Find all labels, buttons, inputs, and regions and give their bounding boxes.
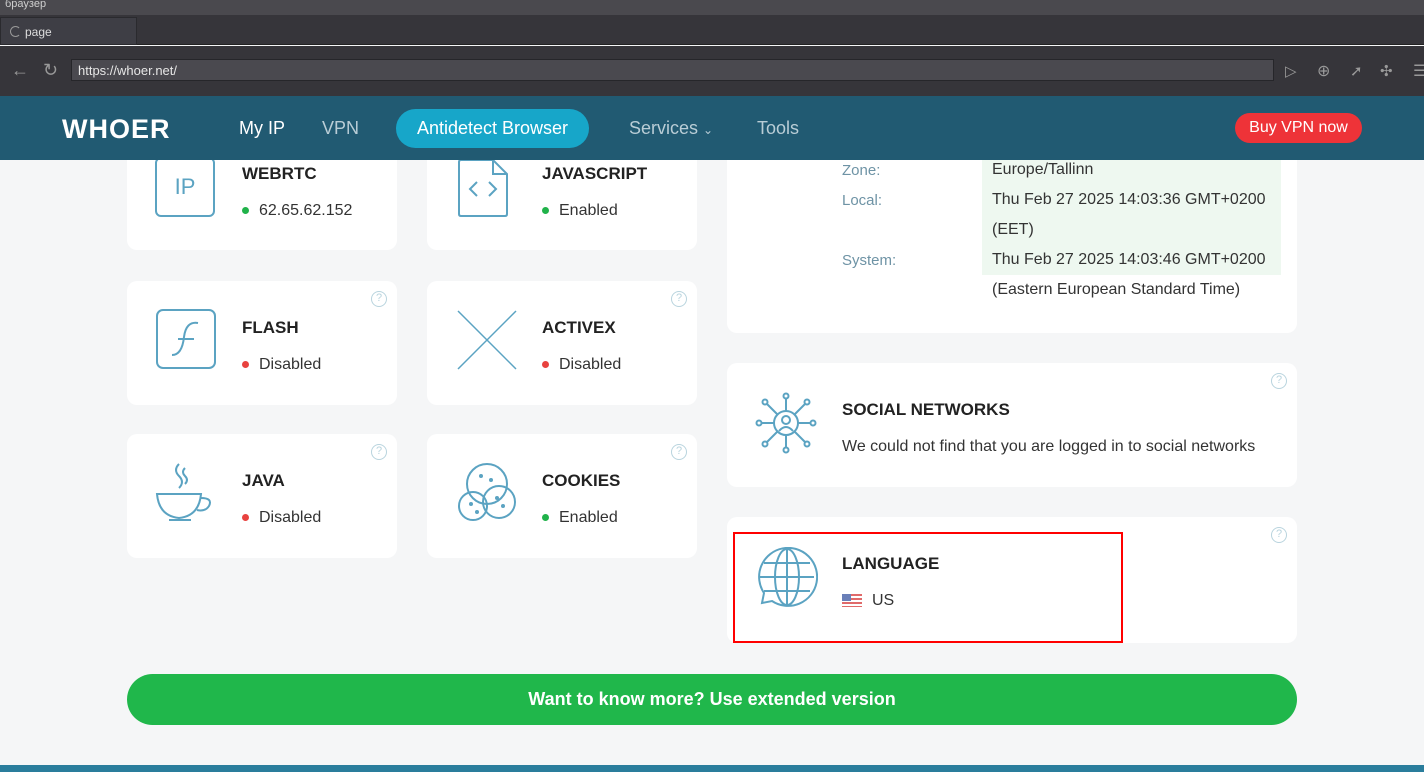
menu-icon[interactable]: ☰ bbox=[1413, 61, 1424, 81]
social-networks-card: ? SOCIAL NETWORKS We could not find that… bbox=[727, 363, 1297, 487]
activex-card: ? ACTIVEX Disabled bbox=[427, 281, 697, 405]
nav-vpn[interactable]: VPN bbox=[322, 118, 359, 139]
java-card: ? JAVA Disabled bbox=[127, 434, 397, 558]
coffee-cup-icon bbox=[155, 463, 211, 521]
services-label: Services bbox=[629, 118, 699, 138]
local-tz: (EET) bbox=[992, 221, 1034, 238]
flash-icon bbox=[156, 309, 216, 369]
window-title: браузер bbox=[0, 0, 1424, 15]
java-status: Disabled bbox=[259, 509, 322, 526]
nav-my-ip[interactable]: My IP bbox=[239, 118, 285, 139]
card-value: Disabled bbox=[242, 509, 321, 527]
flash-card: ? FLASH Disabled bbox=[127, 281, 397, 405]
buy-vpn-button[interactable]: Buy VPN now bbox=[1235, 113, 1362, 143]
chevron-down-icon: ⌄ bbox=[703, 123, 714, 137]
card-title: COOKIES bbox=[542, 471, 621, 490]
zone-value: Europe/Tallinn bbox=[992, 161, 1094, 178]
browser-tab[interactable]: page bbox=[0, 17, 137, 45]
tab-strip: page bbox=[0, 15, 1424, 45]
add-icon[interactable]: ⊕ bbox=[1317, 61, 1330, 81]
javascript-status: Enabled bbox=[559, 202, 618, 219]
card-title: JAVASCRIPT bbox=[542, 164, 648, 183]
nav-services[interactable]: Services ⌄ bbox=[629, 118, 713, 139]
system-label: System: bbox=[842, 252, 897, 269]
zone-label: Zone: bbox=[842, 162, 881, 179]
local-value: Thu Feb 27 2025 14:03:36 GMT+0200 bbox=[992, 191, 1266, 208]
card-value: Disabled bbox=[542, 356, 621, 374]
logo[interactable]: WHOER bbox=[62, 114, 171, 145]
status-dot bbox=[242, 361, 249, 369]
card-title: WEBRTC bbox=[242, 164, 317, 183]
system-value: Thu Feb 27 2025 14:03:46 GMT+0200 bbox=[992, 251, 1266, 268]
ip-icon: IP bbox=[155, 157, 215, 217]
card-title: SOCIAL NETWORKS bbox=[842, 400, 1010, 419]
help-icon[interactable]: ? bbox=[1271, 527, 1287, 543]
card-title: FLASH bbox=[242, 318, 299, 337]
cookies-status: Enabled bbox=[559, 509, 618, 526]
status-dot bbox=[542, 207, 549, 215]
activex-status: Disabled bbox=[559, 356, 622, 373]
cookies-icon bbox=[458, 463, 516, 521]
site-header: WHOER My IP VPN Antidetect Browser Servi… bbox=[0, 96, 1424, 160]
status-dot bbox=[242, 207, 249, 215]
cookies-card: ? COOKIES Enabled bbox=[427, 434, 697, 558]
card-value: Enabled bbox=[542, 202, 618, 220]
loading-icon bbox=[10, 26, 21, 37]
card-value: Disabled bbox=[242, 356, 321, 374]
card-title: ACTIVEX bbox=[542, 318, 616, 337]
card-title: JAVA bbox=[242, 471, 285, 490]
webrtc-ip: 62.65.62.152 bbox=[259, 202, 353, 219]
nav-antidetect-browser[interactable]: Antidetect Browser bbox=[396, 109, 589, 148]
address-bar[interactable]: https://whoer.net/ bbox=[71, 59, 1274, 81]
help-icon[interactable]: ? bbox=[671, 444, 687, 460]
card-value: 62.65.62.152 bbox=[242, 202, 352, 220]
code-file-icon bbox=[458, 159, 508, 217]
tab-label: page bbox=[25, 25, 52, 39]
status-dot bbox=[542, 361, 549, 369]
play-icon[interactable]: ▷ bbox=[1285, 62, 1297, 80]
extensions-icon[interactable]: ✣ bbox=[1380, 62, 1393, 80]
social-status: We could not find that you are logged in… bbox=[842, 438, 1256, 455]
reload-icon[interactable]: ↻ bbox=[43, 60, 58, 81]
time-card: Zone: Europe/Tallinn Local: Thu Feb 27 2… bbox=[727, 130, 1297, 333]
social-network-icon bbox=[755, 392, 817, 454]
nav-tools[interactable]: Tools bbox=[757, 118, 799, 139]
back-icon[interactable]: ← bbox=[11, 60, 29, 81]
cursor-icon[interactable]: ➚ bbox=[1350, 62, 1363, 80]
flash-status: Disabled bbox=[259, 356, 322, 373]
status-dot bbox=[542, 514, 549, 522]
help-icon[interactable]: ? bbox=[371, 444, 387, 460]
footer bbox=[0, 765, 1424, 772]
help-icon[interactable]: ? bbox=[1271, 373, 1287, 389]
highlight-box bbox=[733, 532, 1123, 643]
system-tz: (Eastern European Standard Time) bbox=[992, 281, 1241, 298]
status-dot bbox=[242, 514, 249, 522]
browser-toolbar: ← ↻ https://whoer.net/ ▷ ⊕ ➚ ✣ ☰ bbox=[0, 46, 1424, 96]
extended-version-button[interactable]: Want to know more? Use extended version bbox=[127, 674, 1297, 725]
help-icon[interactable]: ? bbox=[371, 291, 387, 307]
help-icon[interactable]: ? bbox=[671, 291, 687, 307]
local-label: Local: bbox=[842, 192, 883, 209]
card-value: Enabled bbox=[542, 509, 618, 527]
activex-icon bbox=[457, 310, 517, 370]
